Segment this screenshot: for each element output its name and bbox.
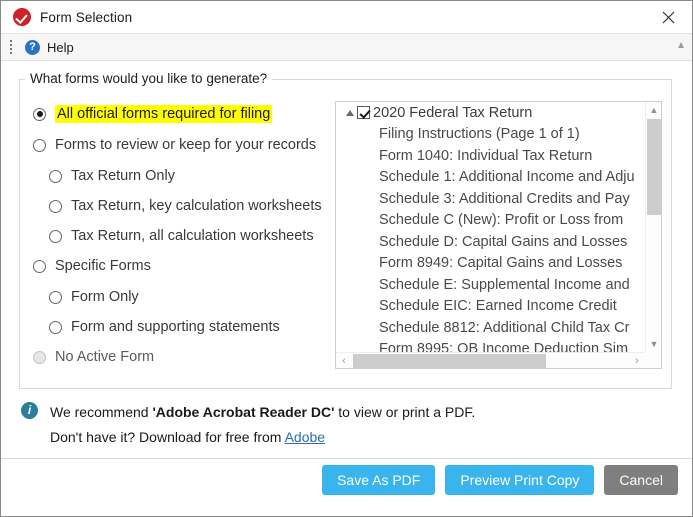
radio-button-icon[interactable] bbox=[49, 169, 62, 183]
download-prefix: Don't have it? Download for free from bbox=[50, 429, 285, 445]
radio-option-label: Specific Forms bbox=[55, 258, 151, 274]
vertical-scrollbar[interactable]: ▲ ▼ bbox=[645, 102, 661, 352]
radio-button-icon[interactable] bbox=[49, 199, 62, 213]
radio-option-label: Tax Return, all calculation worksheets bbox=[71, 228, 314, 244]
tree-item-label: Schedule 3: Additional Credits and Pay bbox=[379, 190, 630, 207]
radio-option: No Active Form bbox=[33, 346, 333, 368]
tree-item-label: Schedule C (New): Profit or Loss from bbox=[379, 212, 624, 229]
tree-item-row[interactable]: Schedule E: Supplemental Income and bbox=[336, 274, 645, 296]
radio-option-label: Tax Return, key calculation worksheets bbox=[71, 198, 322, 214]
help-toolbar: ? Help ▲ bbox=[1, 34, 692, 61]
help-question-icon[interactable]: ? bbox=[25, 39, 40, 55]
radio-button-icon[interactable] bbox=[33, 107, 46, 121]
footer-button-row: Save As PDF Preview Print Copy Cancel bbox=[322, 465, 678, 495]
tree-item-row[interactable]: Form 8995: QB Income Deduction Sim bbox=[336, 339, 645, 352]
radio-button-icon[interactable] bbox=[49, 290, 62, 304]
tree-item-label: Schedule E: Supplemental Income and bbox=[379, 276, 630, 293]
title-bar: Form Selection bbox=[1, 1, 692, 34]
vertical-scrollbar-thumb[interactable] bbox=[647, 119, 661, 215]
tree-item-row[interactable]: Schedule C (New): Profit or Loss from bbox=[336, 210, 645, 232]
radio-button-icon[interactable] bbox=[49, 229, 62, 243]
tree-item-label: Schedule EIC: Earned Income Credit bbox=[379, 298, 617, 315]
tree-item-row[interactable]: Schedule 1: Additional Income and Adju bbox=[336, 167, 645, 189]
radio-option[interactable]: All official forms required for filing bbox=[33, 103, 333, 125]
radio-button-icon[interactable] bbox=[33, 138, 46, 152]
radio-option-label: No Active Form bbox=[55, 349, 155, 365]
tree-item-label: Form 8995: QB Income Deduction Sim bbox=[379, 341, 629, 352]
radio-option-label: All official forms required for filing bbox=[55, 105, 273, 123]
download-text: Don't have it? Download for free from Ad… bbox=[50, 426, 661, 449]
radio-option[interactable]: Specific Forms bbox=[33, 255, 333, 277]
tree-item-row[interactable]: Schedule 8812: Additional Child Tax Cr bbox=[336, 317, 645, 339]
window-title: Form Selection bbox=[40, 9, 133, 25]
tree-item-label: Schedule 1: Additional Income and Adju bbox=[379, 169, 635, 186]
scroll-up-arrow-icon[interactable]: ▲ bbox=[646, 102, 661, 118]
radio-option-label: Forms to review or keep for your records bbox=[55, 137, 317, 153]
tree-item-row[interactable]: Filing Instructions (Page 1 of 1) bbox=[336, 124, 645, 146]
horizontal-scrollbar-thumb[interactable] bbox=[353, 354, 546, 368]
radio-button-icon bbox=[33, 350, 46, 364]
radio-option-label: Tax Return Only bbox=[71, 168, 175, 184]
radio-button-icon[interactable] bbox=[33, 259, 46, 273]
tree-item-row[interactable]: Schedule EIC: Earned Income Credit bbox=[336, 296, 645, 318]
form-options-group: All official forms required for filing Fo… bbox=[33, 103, 333, 377]
checkbox-checked-icon[interactable] bbox=[357, 106, 370, 120]
radio-option[interactable]: Form Only bbox=[49, 286, 333, 308]
info-icon: i bbox=[21, 402, 38, 419]
recommend-product: 'Adobe Acrobat Reader DC' bbox=[152, 404, 335, 420]
recommendation-text: We recommend 'Adobe Acrobat Reader DC' t… bbox=[50, 401, 475, 424]
triangle-down-icon[interactable] bbox=[342, 109, 357, 116]
cancel-button[interactable]: Cancel bbox=[604, 465, 678, 495]
tree-item-label: Filing Instructions (Page 1 of 1) bbox=[379, 126, 580, 143]
tree-item-row[interactable]: Schedule 3: Additional Credits and Pay bbox=[336, 188, 645, 210]
chevron-up-icon[interactable]: ▲ bbox=[676, 40, 686, 51]
tree-item-row[interactable]: Schedule D: Capital Gains and Losses bbox=[336, 231, 645, 253]
radio-option[interactable]: Tax Return, all calculation worksheets bbox=[49, 225, 333, 247]
tree-root-row[interactable]: 2020 Federal Tax Return bbox=[336, 102, 645, 124]
radio-option-label: Form and supporting statements bbox=[71, 319, 280, 335]
tree-item-row[interactable]: Form 1040: Individual Tax Return bbox=[336, 145, 645, 167]
radio-option[interactable]: Tax Return, key calculation worksheets bbox=[49, 195, 333, 217]
red-check-circle-icon bbox=[13, 8, 31, 26]
radio-option[interactable]: Form and supporting statements bbox=[49, 316, 333, 338]
preview-print-copy-button[interactable]: Preview Print Copy bbox=[445, 465, 595, 495]
radio-button-icon[interactable] bbox=[49, 320, 62, 334]
scroll-down-arrow-icon[interactable]: ▼ bbox=[646, 336, 661, 352]
scrollbar-corner bbox=[645, 352, 661, 368]
adobe-link[interactable]: Adobe bbox=[285, 429, 325, 445]
help-link[interactable]: Help bbox=[47, 40, 74, 55]
radio-option[interactable]: Forms to review or keep for your records bbox=[33, 134, 333, 156]
radio-option-label: Form Only bbox=[71, 289, 139, 305]
form-selection-dialog: Form Selection ? Help ▲ What forms would… bbox=[0, 0, 693, 517]
close-button[interactable] bbox=[646, 1, 690, 33]
tree-item-row[interactable]: Form 8949: Capital Gains and Losses bbox=[336, 253, 645, 275]
tree-item-label: Schedule 8812: Additional Child Tax Cr bbox=[379, 319, 630, 336]
forms-tree: 2020 Federal Tax Return Filing Instructio… bbox=[336, 102, 645, 352]
tree-item-label: Form 8949: Capital Gains and Losses bbox=[379, 255, 623, 272]
dialog-footer: Save As PDF Preview Print Copy Cancel bbox=[1, 458, 692, 516]
horizontal-scrollbar[interactable]: ‹ › bbox=[336, 352, 645, 368]
recommend-suffix: to view or print a PDF. bbox=[334, 404, 476, 420]
scroll-right-arrow-icon[interactable]: › bbox=[629, 353, 645, 368]
recommend-prefix: We recommend bbox=[50, 404, 153, 420]
tree-item-label: Form 1040: Individual Tax Return bbox=[379, 147, 593, 164]
drag-grip-icon[interactable] bbox=[10, 40, 13, 54]
save-as-pdf-button[interactable]: Save As PDF bbox=[322, 465, 436, 495]
groupbox-legend: What forms would you like to generate? bbox=[25, 71, 273, 86]
forms-listbox[interactable]: 2020 Federal Tax Return Filing Instructio… bbox=[335, 101, 662, 369]
tree-item-label: Schedule D: Capital Gains and Losses bbox=[379, 233, 628, 250]
close-icon bbox=[662, 11, 674, 23]
scroll-left-arrow-icon[interactable]: ‹ bbox=[336, 353, 352, 368]
pdf-recommendation-info: i We recommend 'Adobe Acrobat Reader DC'… bbox=[21, 401, 661, 449]
tree-root-label: 2020 Federal Tax Return bbox=[373, 104, 533, 121]
radio-option[interactable]: Tax Return Only bbox=[49, 165, 333, 187]
